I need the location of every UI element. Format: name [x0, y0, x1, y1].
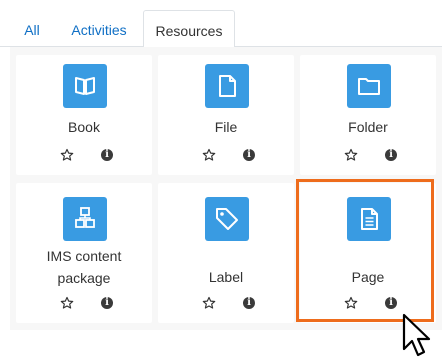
star-outline-icon[interactable]: [202, 296, 216, 310]
page-highlight-box: [296, 179, 434, 322]
module-card-book[interactable]: Book i: [16, 55, 152, 175]
package-icon: [63, 197, 107, 241]
module-label: File: [214, 119, 238, 135]
module-label: Book: [68, 119, 100, 135]
info-icon[interactable]: i: [243, 149, 255, 161]
tab-activities[interactable]: Activities: [60, 0, 138, 47]
module-tabs: All Activities Resources: [0, 0, 442, 48]
info-icon[interactable]: i: [385, 149, 397, 161]
star-outline-icon[interactable]: [344, 148, 358, 162]
module-card-label[interactable]: Label i: [158, 183, 294, 323]
file-icon: [205, 64, 249, 108]
tag-icon: [205, 197, 249, 241]
mouse-pointer-icon: [402, 313, 431, 357]
module-card-file[interactable]: File i: [158, 55, 294, 175]
folder-icon: [347, 64, 391, 108]
star-outline-icon[interactable]: [60, 296, 74, 310]
tab-resources[interactable]: Resources: [143, 10, 235, 48]
module-label: Label: [208, 269, 244, 285]
module-card-ims-content-package[interactable]: IMS content package i: [16, 183, 152, 323]
module-label-line2: package: [57, 270, 111, 286]
module-label-line1: IMS content: [46, 248, 122, 264]
module-label: Folder: [348, 119, 388, 135]
tab-all[interactable]: All: [12, 0, 52, 47]
book-icon: [63, 64, 107, 108]
info-icon[interactable]: i: [101, 297, 113, 309]
module-card-folder[interactable]: Folder i: [300, 55, 436, 175]
star-outline-icon[interactable]: [202, 148, 216, 162]
info-icon[interactable]: i: [243, 297, 255, 309]
info-icon[interactable]: i: [101, 149, 113, 161]
star-outline-icon[interactable]: [60, 148, 74, 162]
